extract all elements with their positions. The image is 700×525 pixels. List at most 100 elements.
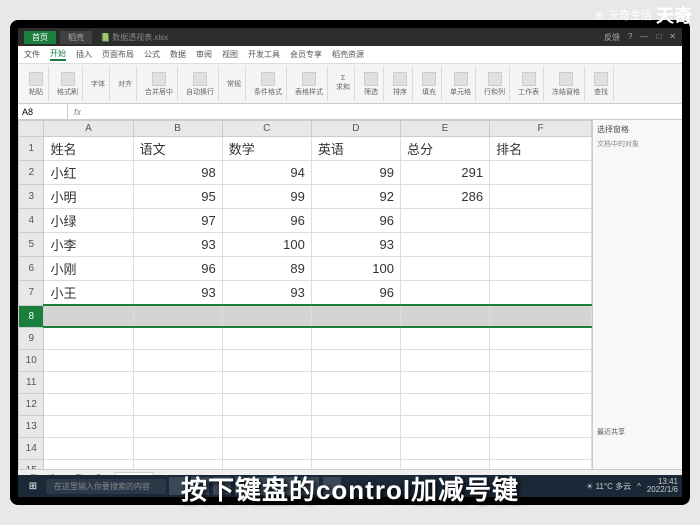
ribbon-tab-layout[interactable]: 页面布局 <box>102 49 134 60</box>
cell[interactable] <box>222 327 311 349</box>
ribbon-rows-cols[interactable]: 行和列 <box>480 66 510 101</box>
table-row[interactable]: 13 <box>19 415 592 437</box>
table-row[interactable]: 7小王939396 <box>19 281 592 306</box>
cell[interactable] <box>222 349 311 371</box>
cell[interactable] <box>222 459 311 469</box>
cell[interactable] <box>400 209 489 233</box>
cell[interactable]: 96 <box>222 209 311 233</box>
cell[interactable] <box>222 415 311 437</box>
ribbon-freeze[interactable]: 冻结窗格 <box>548 66 585 101</box>
maximize-icon[interactable]: □ <box>656 32 661 43</box>
cell[interactable] <box>311 437 400 459</box>
cell[interactable]: 96 <box>133 257 222 281</box>
row-header[interactable]: 7 <box>19 281 44 306</box>
cell[interactable]: 291 <box>400 161 489 185</box>
table-row[interactable]: 9 <box>19 327 592 349</box>
cell[interactable] <box>133 393 222 415</box>
cell[interactable] <box>222 437 311 459</box>
cell[interactable] <box>222 371 311 393</box>
table-row[interactable]: 2小红989499291 <box>19 161 592 185</box>
cell[interactable] <box>400 305 489 327</box>
cell[interactable] <box>311 305 400 327</box>
cell[interactable] <box>400 349 489 371</box>
ribbon-tab-member[interactable]: 会员专享 <box>290 49 322 60</box>
table-row[interactable]: 1 姓名 语文 数学 英语 总分 排名 <box>19 137 592 161</box>
row-header[interactable]: 4 <box>19 209 44 233</box>
row-header[interactable]: 2 <box>19 161 44 185</box>
ribbon-fill[interactable]: 填充 <box>417 66 442 101</box>
cell[interactable] <box>400 393 489 415</box>
cell[interactable] <box>133 437 222 459</box>
col-header-F[interactable]: F <box>490 121 592 137</box>
ribbon-tab-view[interactable]: 视图 <box>222 49 238 60</box>
cell[interactable]: 96 <box>311 281 400 306</box>
row-header[interactable]: 14 <box>19 437 44 459</box>
name-box[interactable]: A8 <box>18 104 68 119</box>
table-row[interactable]: 11 <box>19 371 592 393</box>
col-header-A[interactable]: A <box>44 121 133 137</box>
cell[interactable] <box>133 349 222 371</box>
cell[interactable] <box>44 371 133 393</box>
ribbon-filter[interactable]: 筛选 <box>359 66 384 101</box>
cell[interactable]: 93 <box>311 233 400 257</box>
cell[interactable] <box>400 327 489 349</box>
cell[interactable] <box>400 257 489 281</box>
table-row[interactable]: 4小绿979696 <box>19 209 592 233</box>
cell[interactable]: 99 <box>311 161 400 185</box>
ribbon-tab-home[interactable]: 开始 <box>50 48 66 61</box>
cell[interactable] <box>400 233 489 257</box>
titlebar-tab-home[interactable]: 首页 <box>24 31 56 44</box>
cell[interactable]: 小王 <box>44 281 133 306</box>
cell[interactable]: 286 <box>400 185 489 209</box>
table-row[interactable]: 5小李9310093 <box>19 233 592 257</box>
cell[interactable] <box>311 415 400 437</box>
row-header[interactable]: 11 <box>19 371 44 393</box>
cell[interactable] <box>400 281 489 306</box>
cell[interactable]: 语文 <box>133 137 222 161</box>
table-row[interactable]: 12 <box>19 393 592 415</box>
table-row[interactable]: 14 <box>19 437 592 459</box>
row-header[interactable]: 10 <box>19 349 44 371</box>
cell[interactable]: 排名 <box>490 137 592 161</box>
cell[interactable]: 100 <box>311 257 400 281</box>
col-header-E[interactable]: E <box>400 121 489 137</box>
row-header[interactable]: 12 <box>19 393 44 415</box>
cell[interactable] <box>490 185 592 209</box>
ribbon-table-style[interactable]: 表格样式 <box>291 66 328 101</box>
ribbon-tab-data[interactable]: 数据 <box>170 49 186 60</box>
cell[interactable] <box>400 415 489 437</box>
spreadsheet-grid[interactable]: A B C D E F 1 姓名 语文 数学 英语 总分 排名 2小红98949… <box>18 120 592 469</box>
cell[interactable] <box>222 393 311 415</box>
cell[interactable]: 小明 <box>44 185 133 209</box>
ribbon-tab-file[interactable]: 文件 <box>24 49 40 60</box>
ribbon-find[interactable]: 查找 <box>589 66 614 101</box>
ribbon-font[interactable]: 字体 <box>87 66 110 101</box>
cell[interactable] <box>133 305 222 327</box>
cell[interactable]: 姓名 <box>44 137 133 161</box>
cell[interactable] <box>490 371 592 393</box>
cell[interactable] <box>490 305 592 327</box>
cell[interactable] <box>490 349 592 371</box>
row-header[interactable]: 5 <box>19 233 44 257</box>
table-row[interactable]: 10 <box>19 349 592 371</box>
cell[interactable] <box>490 209 592 233</box>
cell[interactable] <box>133 327 222 349</box>
cell[interactable] <box>311 327 400 349</box>
ribbon-format-painter[interactable]: 格式刷 <box>53 66 83 101</box>
table-row[interactable]: 3小明959992286 <box>19 185 592 209</box>
cell[interactable] <box>490 281 592 306</box>
ribbon-wrap[interactable]: 自动换行 <box>182 66 219 101</box>
ribbon-tab-docer[interactable]: 稻壳资源 <box>332 49 364 60</box>
cell[interactable]: 英语 <box>311 137 400 161</box>
cell[interactable]: 数学 <box>222 137 311 161</box>
cell[interactable] <box>44 415 133 437</box>
cell[interactable] <box>490 161 592 185</box>
cell[interactable]: 99 <box>222 185 311 209</box>
ribbon-tab-formula[interactable]: 公式 <box>144 49 160 60</box>
cell[interactable] <box>311 459 400 469</box>
ribbon-merge[interactable]: 合并居中 <box>141 66 178 101</box>
cell[interactable] <box>400 459 489 469</box>
table-row[interactable]: 6小刚9689100 <box>19 257 592 281</box>
cell[interactable]: 小红 <box>44 161 133 185</box>
ribbon-worksheet[interactable]: 工作表 <box>514 66 544 101</box>
